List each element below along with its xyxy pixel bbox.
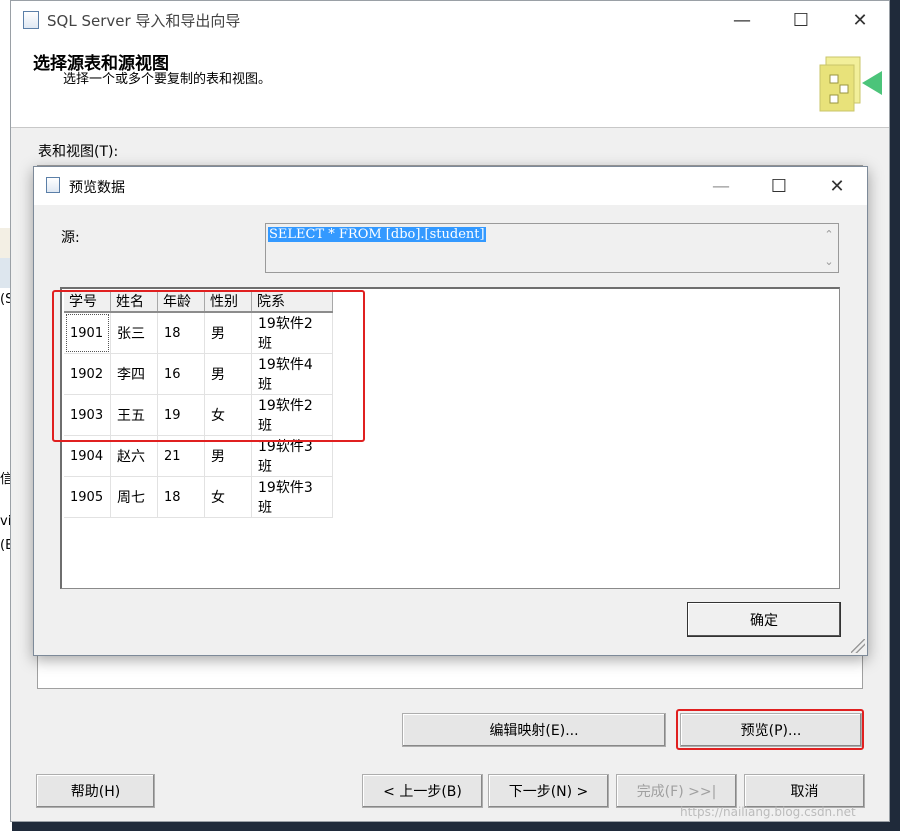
table-cell[interactable]: 女 — [204, 476, 252, 518]
chevron-down-icon[interactable]: ⌄ — [824, 255, 833, 268]
app-icon — [23, 11, 39, 29]
maximize-icon[interactable]: ☐ — [778, 5, 824, 35]
preview-dialog-title: 预览数据 — [69, 180, 125, 196]
wizard-header: 选择源表和源视图 选择一个或多个要复制的表和视图。 — [11, 39, 889, 128]
sql-scrollbar[interactable]: ⌃ ⌄ — [820, 224, 838, 272]
table-cell[interactable]: 周七 — [110, 476, 158, 518]
table-cell[interactable]: 19软件3班 — [251, 476, 333, 518]
watermark: https://nailiang.blog.csdn.net — [680, 805, 856, 819]
table-row[interactable]: 1905 周七 18 女 19软件3班 — [64, 476, 333, 518]
sql-source-box[interactable]: SELECT * FROM [dbo].[student] ⌃ ⌄ — [265, 223, 839, 273]
wizard-title-bar[interactable]: SQL Server 导入和导出向导 — ☐ ✕ — [11, 1, 889, 39]
wizard-window-title: SQL Server 导入和导出向导 — [47, 12, 241, 30]
wizard-header-icon — [819, 56, 882, 112]
minimize-icon[interactable]: — — [698, 171, 744, 201]
cancel-button[interactable]: 取消 — [744, 774, 865, 808]
back-button[interactable]: < 上一步(B) — [362, 774, 483, 808]
ok-button[interactable]: 确定 — [687, 602, 841, 637]
table-cell[interactable]: 18 — [157, 476, 205, 518]
data-highlight-box — [52, 290, 365, 442]
help-button[interactable]: 帮助(H) — [36, 774, 155, 808]
close-icon[interactable]: ✕ — [837, 5, 883, 35]
dialog-icon — [46, 177, 60, 193]
maximize-icon[interactable]: ☐ — [756, 171, 802, 201]
sql-query-text[interactable]: SELECT * FROM [dbo].[student] — [268, 227, 486, 242]
source-label: 源: — [61, 230, 80, 246]
tables-views-label: 表和视图(T): — [38, 144, 119, 160]
preview-title-bar[interactable]: 预览数据 — ☐ ✕ — [34, 167, 867, 205]
finish-button[interactable]: 完成(F) >>| — [616, 774, 737, 808]
minimize-icon[interactable]: — — [719, 5, 765, 35]
chevron-up-icon[interactable]: ⌃ — [824, 228, 833, 241]
preview-highlight-box — [676, 709, 864, 750]
resize-grip-icon[interactable] — [851, 639, 865, 653]
page-subtitle: 选择一个或多个要复制的表和视图。 — [63, 72, 272, 87]
close-icon[interactable]: ✕ — [814, 171, 860, 201]
preview-data-dialog: 预览数据 — ☐ ✕ 源: SELECT * FROM [dbo].[stude… — [33, 166, 868, 656]
next-button[interactable]: 下一步(N) > — [488, 774, 609, 808]
edit-mappings-button[interactable]: 编辑映射(E)... — [402, 713, 666, 747]
table-cell[interactable]: 1905 — [64, 476, 111, 518]
